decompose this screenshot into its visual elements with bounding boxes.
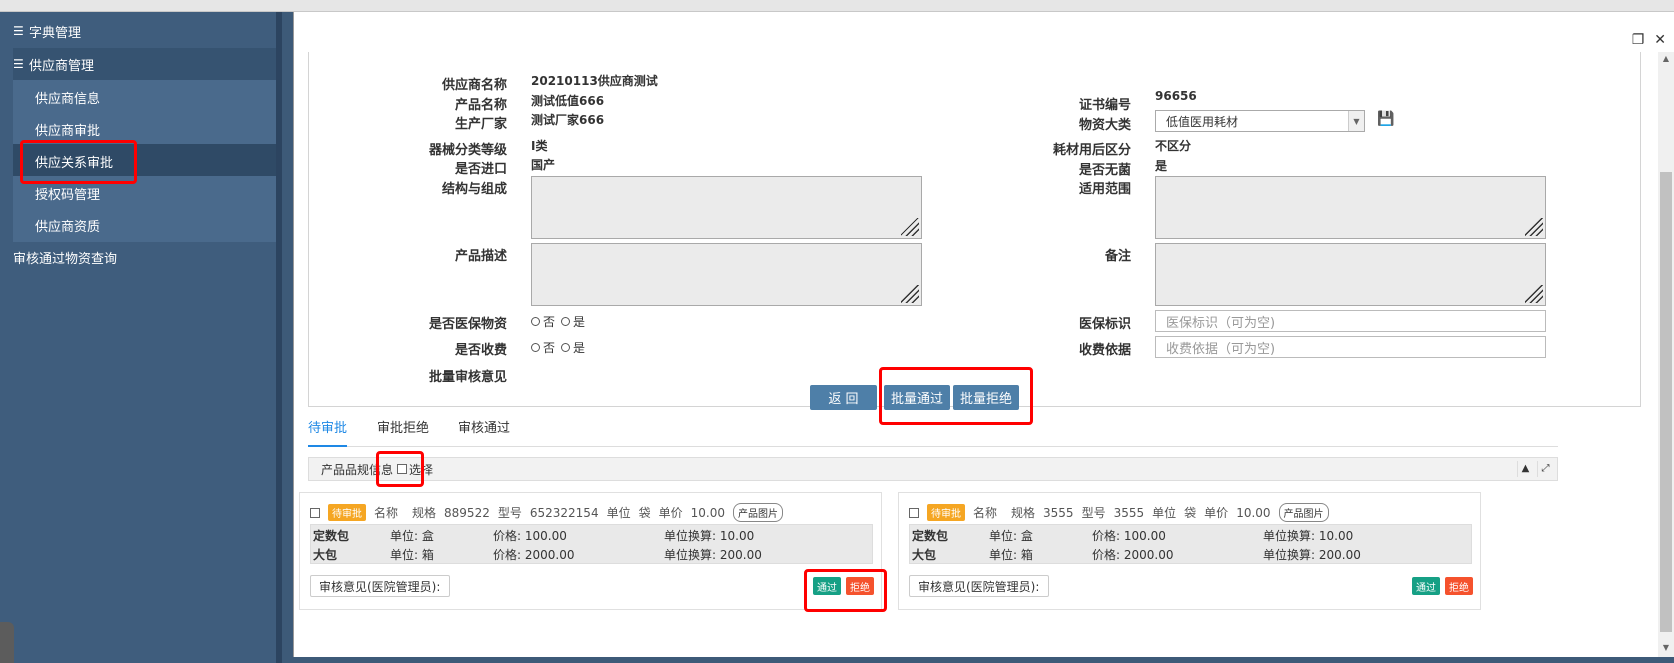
spec-panel-header: 产品品规信息 选择 ▲ ⤢ [308,457,1558,481]
spec-card-checkbox[interactable] [310,507,320,518]
package-table: 定数包 单位: 盒 价格: 100.00 单位换算: 10.00 大包 单位: … [909,524,1472,564]
charge-no-radio[interactable] [531,343,540,352]
close-icon[interactable]: ✕ [1654,32,1666,48]
after-use-label: 耗材用后区分 [1052,143,1131,158]
product-image-button[interactable]: 产品图片 [732,503,783,522]
imported-label: 是否进口 [454,162,507,177]
highlight-box [20,140,137,184]
browser-top-strip [0,0,1674,12]
remark-label: 备注 [1104,249,1131,264]
structure-label: 结构与组成 [441,182,507,197]
menu-dict-management[interactable]: ☰ 字典管理 [13,15,277,47]
scroll-thumb[interactable] [1660,172,1672,632]
sidebar-item-supplier-info[interactable]: 供应商信息 [13,80,277,114]
description-textarea[interactable] [531,243,922,306]
opinion-input[interactable]: 审核意见(医院管理员): [310,575,450,597]
restore-icon[interactable]: ❐ [1632,32,1645,48]
collapse-icon[interactable]: ▲ [1517,461,1533,477]
supplier-name-value: 20210113供应商测试 [531,74,658,88]
product-name-value: 测试低值666 [531,94,605,108]
resize-grip-icon[interactable] [901,218,919,236]
sterile-label: 是否无菌 [1078,163,1131,178]
material-category-select[interactable]: 低值医用耗材 ▼ [1155,110,1365,132]
structure-textarea[interactable] [531,176,922,239]
spec-card-summary: 待审批 名称 规格 3555 型号 3555 单位 袋 单价 10.00 产品图… [909,503,1337,522]
resize-grip-icon[interactable] [901,285,919,303]
scroll-down-icon[interactable]: ▼ [1660,643,1672,655]
charge-radio-group: 否 是 [531,339,585,356]
corner-widget [0,622,14,663]
expand-icon[interactable]: ⤢ [1537,461,1553,477]
status-tabs: 待审批 审批拒绝 审核通过 [308,417,1558,447]
highlight-box [804,569,887,612]
menu-supplier-management[interactable]: ☰ 供应商管理 [13,48,277,80]
list-icon: ☰ [13,57,24,71]
spec-card: 待审批 名称 规格 3555 型号 3555 单位 袋 单价 10.00 产品图… [898,492,1481,610]
manufacturer-label: 生产厂家 [454,117,507,132]
resize-grip-icon[interactable] [1525,218,1543,236]
medicare-radio-group: 否 是 [531,313,585,330]
tab-pending[interactable]: 待审批 [308,417,348,447]
medicare-flag-label: 医保标识 [1078,317,1131,332]
spec-card-checkbox[interactable] [909,507,919,518]
status-badge: 待审批 [328,504,366,521]
cert-no-label: 证书编号 [1078,98,1131,113]
tab-approved[interactable]: 审核通过 [458,417,510,447]
opinion-input[interactable]: 审核意见(医院管理员): [909,575,1049,597]
description-label: 产品描述 [454,249,507,264]
scroll-up-icon[interactable]: ▲ [1660,54,1672,66]
resize-grip-icon[interactable] [1525,285,1543,303]
remark-textarea[interactable] [1155,243,1546,306]
product-name-label: 产品名称 [454,98,507,113]
charge-basis-input[interactable]: 收费依据（可为空) [1155,336,1546,358]
dialog-tools: ❐ ✕ [1632,32,1666,48]
package-row: 定数包 单位: 盒 价格: 100.00 单位换算: 10.00 [313,529,755,543]
package-table: 定数包 单位: 盒 价格: 100.00 单位换算: 10.00 大包 单位: … [310,524,873,564]
device-class-label: 器械分类等级 [428,143,507,158]
sidebar: ☰ 字典管理 ☰ 供应商管理 供应商信息 供应商审批 供应关系审批 授权码管理 … [0,12,282,663]
product-form: 供应商名称 20210113供应商测试 产品名称 测试低值666 生产厂家 测试… [308,52,1641,407]
after-use-value: 不区分 [1155,139,1192,153]
medicare-flag-input[interactable]: 医保标识（可为空) [1155,310,1546,332]
bottom-strip [282,657,1674,663]
product-image-button[interactable]: 产品图片 [1278,503,1329,522]
package-row: 大包 单位: 箱 价格: 2000.00 单位换算: 200.00 [313,548,762,562]
panel-tools: ▲ ⤢ [1517,461,1553,477]
highlight-box [376,451,424,487]
package-row: 定数包 单位: 盒 价格: 100.00 单位换算: 10.00 [912,529,1354,543]
medicare-yes-radio[interactable] [561,317,571,326]
pass-button[interactable]: 通过 [1412,577,1440,595]
medicare-label: 是否医保物资 [428,317,507,332]
charge-label: 是否收费 [454,343,507,358]
package-row: 大包 单位: 箱 价格: 2000.00 单位换算: 200.00 [912,548,1361,562]
charge-yes-radio[interactable] [561,343,571,352]
batch-opinion-label: 批量审核意见 [428,370,507,385]
sterile-value: 是 [1155,159,1168,173]
save-icon[interactable]: 💾 [1377,111,1394,127]
supplier-name-label: 供应商名称 [441,78,507,93]
medicare-no-radio[interactable] [531,317,540,326]
list-icon: ☰ [13,24,24,38]
manufacturer-value: 测试厂家666 [531,113,605,127]
menu-approved-material-query[interactable]: 审核通过物资查询 [13,240,117,274]
back-button[interactable]: 返 回 [810,385,877,410]
reject-button[interactable]: 拒绝 [1445,577,1473,595]
device-class-value: I类 [531,139,548,153]
sidebar-item-supplier-qualification[interactable]: 供应商资质 [13,208,277,242]
status-badge: 待审批 [927,504,965,521]
cert-no-value: 96656 [1155,89,1197,103]
sidebar-divider [276,12,282,663]
chevron-down-icon[interactable]: ▼ [1348,111,1364,131]
scope-textarea[interactable] [1155,176,1546,239]
material-category-label: 物资大类 [1078,118,1131,133]
spec-card-summary: 待审批 名称 规格 889522 型号 652322154 单位 袋 单价 10… [310,503,791,522]
tab-rejected[interactable]: 审批拒绝 [377,417,429,447]
imported-value: 国产 [531,158,556,172]
scope-label: 适用范围 [1078,182,1131,197]
spec-card: 待审批 名称 规格 889522 型号 652322154 单位 袋 单价 10… [299,492,882,610]
scrollbar[interactable]: ▲ ▼ [1658,52,1674,657]
charge-basis-label: 收费依据 [1078,343,1131,358]
approval-dialog: ❐ ✕ ▲ ▼ 供应商名称 20210113供应商测试 产品名称 测试低值666… [293,12,1674,657]
